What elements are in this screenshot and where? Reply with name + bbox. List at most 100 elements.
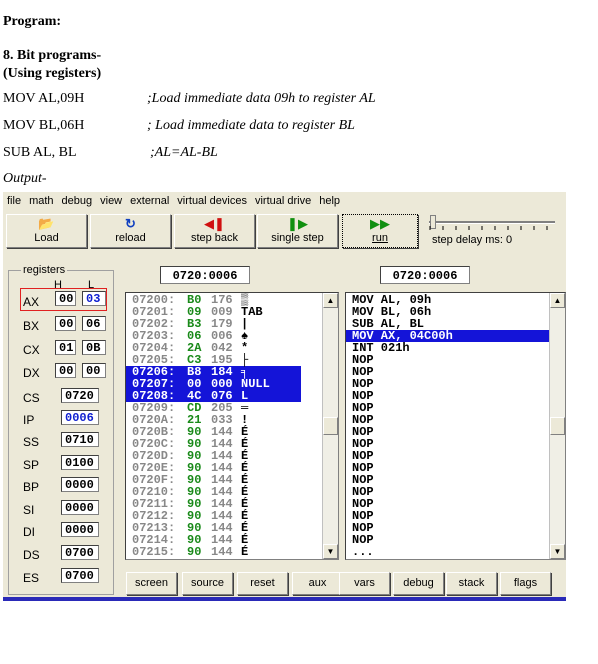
reg-ds-value[interactable]: 0700 xyxy=(61,545,99,560)
step-delay-label: step delay ms: 0 xyxy=(432,234,513,246)
reg-bx-low[interactable]: 06 xyxy=(82,316,106,331)
code-comment: ;AL=AL-BL xyxy=(150,145,218,160)
disassembly-row[interactable]: NOP xyxy=(346,450,551,462)
disassembly-row[interactable]: NOP xyxy=(346,462,551,474)
memory-char: * xyxy=(241,341,249,355)
reg-bp-value[interactable]: 0000 xyxy=(61,477,99,492)
step-delay-track[interactable] xyxy=(429,221,555,224)
single-step-button-label: single step xyxy=(271,232,324,244)
memory-char: ♠ xyxy=(241,329,249,343)
menu-virtual-devices[interactable]: virtual devices xyxy=(173,195,251,207)
disassembly-row[interactable]: NOP xyxy=(346,426,551,438)
step-back-button-label: step back xyxy=(190,232,239,244)
scroll-up-icon[interactable]: ▲ xyxy=(323,293,338,308)
disassembly-row[interactable]: NOP xyxy=(346,522,551,534)
memory-char: É xyxy=(241,437,249,451)
reg-cx-high[interactable]: 01 xyxy=(55,340,76,355)
disassembly-row[interactable]: NOP xyxy=(346,534,551,546)
source-button[interactable]: source xyxy=(182,572,233,595)
memory-char: É xyxy=(241,473,249,487)
disassembly-row[interactable]: NOP xyxy=(346,354,551,366)
menu-debug[interactable]: debug xyxy=(58,195,97,207)
disassembly-row[interactable]: NOP xyxy=(346,390,551,402)
reg-di-value[interactable]: 0000 xyxy=(61,522,99,537)
menu-math[interactable]: math xyxy=(25,195,57,207)
single-step-button[interactable]: ❚▶ single step xyxy=(257,214,338,248)
reg-bx-high[interactable]: 00 xyxy=(55,316,76,331)
disassembly-list[interactable]: MOV AL, 09h MOV BL, 06h SUB AL, BL MOV AX, … xyxy=(345,292,566,560)
memory-list[interactable]: 07200: B0 176 ▒ 07201: 09 009 TAB 07202: B3 179 | 07… xyxy=(125,292,339,560)
output-label: Output- xyxy=(3,171,47,186)
debug-button[interactable]: debug xyxy=(393,572,444,595)
disassembly-row[interactable]: NOP xyxy=(346,510,551,522)
memory-char: É xyxy=(241,461,249,475)
disassembly-address-field[interactable]: 0720:0006 xyxy=(380,266,470,284)
reg-cs-value[interactable]: 0720 xyxy=(61,388,99,403)
step-back-button[interactable]: ◀❚ step back xyxy=(174,214,255,248)
scroll-up-icon[interactable]: ▲ xyxy=(550,293,565,308)
reg-dx-low[interactable]: 00 xyxy=(82,363,106,378)
scroll-down-icon[interactable]: ▼ xyxy=(323,544,338,559)
memory-char: É xyxy=(241,533,249,547)
memory-hex: 90 xyxy=(187,545,202,559)
vars-button[interactable]: vars xyxy=(339,572,390,595)
reg-cx-label: CX xyxy=(23,343,40,357)
memory-char: ! xyxy=(241,413,249,427)
scroll-down-icon[interactable]: ▼ xyxy=(550,544,565,559)
scroll-thumb[interactable] xyxy=(550,417,565,435)
menu-file[interactable]: file xyxy=(3,195,25,207)
reload-button[interactable]: ↻ reload xyxy=(90,214,171,248)
code-comment: ;Load immediate data 09h to register AL xyxy=(147,91,376,106)
reg-ip-label: IP xyxy=(23,413,35,427)
reg-dx-high[interactable]: 00 xyxy=(55,363,76,378)
memory-char: É xyxy=(241,545,249,559)
disassembly-row[interactable]: NOP xyxy=(346,414,551,426)
scroll-thumb[interactable] xyxy=(323,417,338,435)
disassembly-row[interactable]: NOP xyxy=(346,366,551,378)
ax-highlight-box xyxy=(20,288,107,311)
disassembly-row[interactable]: NOP xyxy=(346,486,551,498)
memory-char: É xyxy=(241,509,249,523)
menu-view[interactable]: view xyxy=(96,195,126,207)
load-button[interactable]: 📂 Load xyxy=(6,214,87,248)
memory-address-field[interactable]: 0720:0006 xyxy=(160,266,250,284)
menu-virtual-drive[interactable]: virtual drive xyxy=(251,195,315,207)
memory-char: | xyxy=(241,317,249,331)
aux-button[interactable]: aux xyxy=(292,572,343,595)
reg-si-value[interactable]: 0000 xyxy=(61,500,99,515)
registers-title: registers xyxy=(21,264,68,276)
memory-scrollbar[interactable]: ▲ ▼ xyxy=(322,293,338,559)
disassembly-row[interactable]: NOP xyxy=(346,378,551,390)
disassembly-scrollbar[interactable]: ▲ ▼ xyxy=(549,293,565,559)
reg-es-value[interactable]: 0700 xyxy=(61,568,99,583)
reload-icon: ↻ xyxy=(125,216,136,231)
disassembly-row[interactable]: NOP xyxy=(346,438,551,450)
reg-ip-value[interactable]: 0006 xyxy=(61,410,99,425)
code-instruction: SUB AL, BL xyxy=(3,145,77,160)
reset-button[interactable]: reset xyxy=(237,572,288,595)
reg-ss-value[interactable]: 0710 xyxy=(61,432,99,447)
menu-external[interactable]: external xyxy=(126,195,173,207)
code-comment: ; Load immediate data to register BL xyxy=(147,118,355,133)
disassembly-row[interactable]: INT 021h xyxy=(346,342,551,354)
memory-rows: 07200: B0 176 ▒ 07201: 09 009 TAB 07202: B3 179 | 07… xyxy=(126,294,301,558)
menu-help[interactable]: help xyxy=(315,195,344,207)
disassembly-rows: MOV AL, 09h MOV BL, 06h SUB AL, BL MOV AX, … xyxy=(346,294,551,558)
memory-char: É xyxy=(241,485,249,499)
disassembly-row[interactable]: NOP xyxy=(346,474,551,486)
stack-button[interactable]: stack xyxy=(446,572,497,595)
disassembly-row[interactable]: NOP xyxy=(346,498,551,510)
run-button[interactable]: ▶▶ run xyxy=(342,214,418,248)
program-heading: Program: xyxy=(3,14,62,29)
window-bottom-border xyxy=(3,597,566,601)
flags-button[interactable]: flags xyxy=(500,572,551,595)
memory-char: É xyxy=(241,521,249,535)
memory-row[interactable]: 07215: 90 144 É xyxy=(126,546,301,558)
screen-button[interactable]: screen xyxy=(126,572,177,595)
reg-sp-value[interactable]: 0100 xyxy=(61,455,99,470)
memory-char: TAB xyxy=(241,305,263,319)
menu-bar: file math debug view external virtual de… xyxy=(3,192,566,210)
disassembly-row[interactable]: NOP xyxy=(346,402,551,414)
reg-cx-low[interactable]: 0B xyxy=(82,340,106,355)
disassembly-row[interactable]: ... xyxy=(346,546,551,558)
